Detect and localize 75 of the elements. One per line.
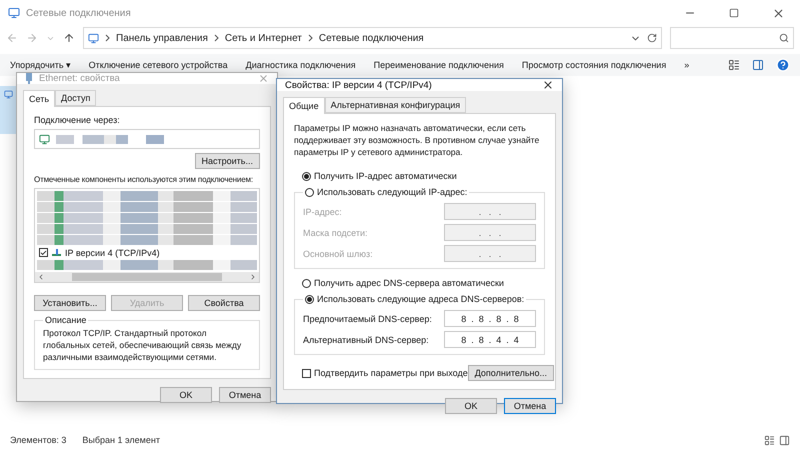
adapter-icon	[25, 73, 33, 84]
network-icon	[4, 90, 12, 99]
checkbox-label[interactable]: Подтвердить параметры при выходе	[314, 368, 468, 378]
tab[interactable]: Альтернативная конфигурация	[324, 97, 466, 113]
up-button[interactable]	[63, 32, 75, 44]
checkbox[interactable]	[302, 368, 311, 378]
scroll-right-icon[interactable]	[249, 273, 257, 281]
description-text: Протокол TCP/IP. Стандартный протокол глобальных сетей, обеспечивающий связь между различными взаимодействующими сетями.	[43, 327, 242, 363]
action-button[interactable]: Свойства	[188, 295, 260, 311]
field-label: Альтернативный DNS-сервер:	[303, 334, 429, 344]
tab[interactable]: Общие	[283, 97, 325, 114]
more-button[interactable]: »	[684, 60, 690, 70]
breadcrumb[interactable]: Сеть и Интернет	[224, 32, 302, 44]
field-label: Основной шлюз:	[303, 248, 373, 258]
adapter-icon	[39, 134, 50, 144]
status-text: Выбран 1 элемент	[82, 435, 160, 445]
scroll-left-icon[interactable]	[37, 273, 45, 281]
radio-button[interactable]	[305, 294, 314, 304]
toolbar-button[interactable]: Упорядочить ▾	[10, 60, 71, 70]
protocol-icon	[52, 248, 61, 257]
refresh-button[interactable]	[647, 33, 657, 43]
maximize-icon	[729, 8, 739, 18]
toolbar-button[interactable]: Переименование подключения	[374, 60, 504, 70]
toolbar-button[interactable]: Просмотр состояния подключения	[522, 60, 666, 70]
network-folder-icon	[88, 32, 99, 44]
radio-label[interactable]: Получить IP-адрес автоматически	[314, 171, 457, 181]
radio-button[interactable]	[302, 278, 311, 288]
close-icon	[772, 6, 784, 20]
preview-pane-icon[interactable]	[752, 59, 764, 71]
section-label: Подключение через:	[34, 115, 121, 125]
close-button[interactable]	[542, 79, 554, 91]
chevron-icon	[214, 34, 219, 42]
details-view-icon[interactable]	[764, 434, 775, 446]
intro-text: Параметры IP можно назначать автоматически, если сеть поддерживает эту возможность. В противном случае узнайте параметры IP у сетевого администратора.	[294, 122, 540, 158]
section-label: Отмеченные компоненты используются этим подключением:	[34, 175, 253, 184]
dialog-button[interactable]: OK	[160, 387, 212, 403]
breadcrumb[interactable]: Сетевые подключения	[318, 32, 424, 44]
list-item[interactable]: IP версии 4 (TCP/IPv4)	[65, 248, 160, 258]
chevron-icon	[308, 34, 313, 42]
dialog-button[interactable]: Отмена	[504, 398, 556, 414]
ip-address-field[interactable]: 8 . 8 . 8 . 8	[444, 310, 536, 327]
breadcrumb[interactable]: Панель управления	[116, 32, 208, 44]
configure-button[interactable]: Настроить...	[194, 153, 260, 169]
radio-label[interactable]: Использовать следующие адреса DNS-серверов:	[317, 294, 524, 304]
advanced-button[interactable]: Дополнительно...	[468, 365, 554, 381]
field-label: Маска подсети:	[303, 228, 368, 238]
tab[interactable]: Доступ	[55, 90, 96, 106]
checkbox[interactable]	[39, 248, 48, 257]
window-title: Сетевые подключения	[26, 8, 131, 18]
field-label: IP-адрес:	[303, 206, 342, 216]
chevron-icon	[105, 34, 110, 42]
radio-label[interactable]: Использовать следующий IP-адрес:	[317, 187, 468, 197]
network-folder-icon	[8, 7, 20, 19]
toolbar-button[interactable]: Отключение сетевого устройства	[88, 60, 228, 70]
group-title: Описание	[44, 315, 88, 325]
radio-button[interactable]	[305, 188, 314, 196]
dialog-button[interactable]: OK	[445, 398, 497, 414]
dialog-title: Свойства: IP версии 4 (TCP/IPv4)	[285, 80, 432, 90]
horizontal-scrollbar[interactable]	[35, 272, 259, 282]
field-label: Предпочитаемый DNS-сервер:	[303, 314, 432, 324]
status-text: Элементов: 3	[10, 435, 66, 445]
dialog-title: Ethernet: свойства	[39, 73, 120, 84]
tiles-view-icon[interactable]	[779, 434, 790, 446]
address-bar[interactable]: Панель управления Сеть и Интернет Сетевые подключения	[83, 27, 662, 49]
radio-button[interactable]	[302, 172, 311, 180]
search-field[interactable]	[670, 27, 794, 49]
radio-label[interactable]: Получить адрес DNS-сервера автоматически	[314, 278, 504, 288]
help-icon[interactable]	[776, 58, 790, 72]
dialog-button[interactable]: Отмена	[219, 387, 271, 403]
action-button[interactable]: Установить...	[34, 295, 106, 311]
ip-address-field[interactable]: 8 . 8 . 4 . 4	[444, 331, 536, 348]
tab[interactable]: Сеть	[23, 90, 56, 107]
search-icon	[779, 33, 789, 43]
view-options-icon[interactable]	[728, 59, 740, 71]
toolbar-button[interactable]: Диагностика подключения	[246, 60, 356, 70]
